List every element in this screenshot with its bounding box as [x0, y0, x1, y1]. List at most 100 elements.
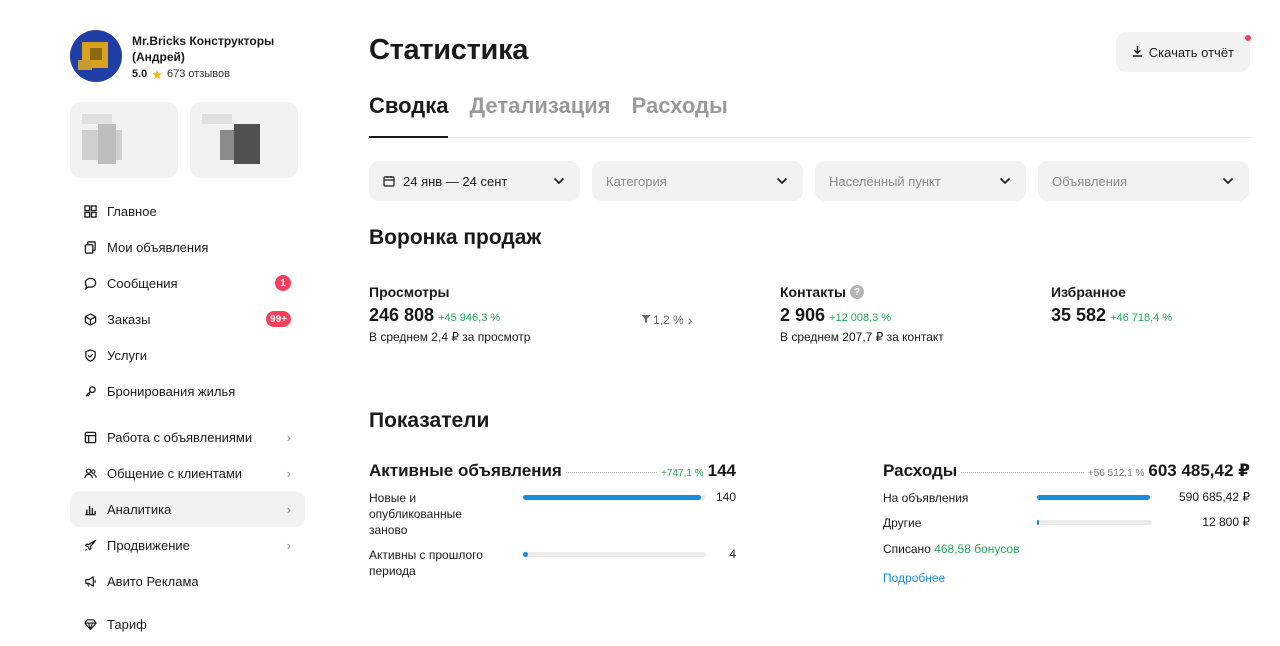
chevron-right-icon: › — [286, 502, 291, 517]
category-select[interactable]: Категория — [592, 161, 803, 201]
funnel-title: Воронка продаж — [369, 226, 542, 249]
sidebar-item-label: Заказы — [107, 311, 151, 327]
row-label: Другие — [883, 516, 922, 530]
funnel-icon — [641, 313, 651, 327]
ads-select[interactable]: Объявления — [1038, 161, 1249, 201]
sidebar-item-label: Услуги — [107, 347, 147, 363]
sidebar-item-tariff[interactable]: Тариф — [70, 606, 305, 642]
favorites-label: Избранное — [1051, 284, 1126, 300]
views-sub: В среднем 2,4 ₽ за просмотр — [369, 330, 531, 344]
rating-value: 5.0 — [132, 68, 148, 80]
orders-badge: 99+ — [266, 311, 291, 327]
sidebar-item-orders[interactable]: Заказы 99+ — [70, 301, 305, 337]
avatar[interactable] — [70, 30, 122, 82]
row-value: 590 685,42 ₽ — [1178, 490, 1250, 504]
sidebar-nav: Главное Мои объявления Сообщения 1 Заказ… — [70, 193, 305, 642]
box-icon — [83, 312, 97, 326]
category-placeholder: Категория — [606, 173, 667, 189]
spent-bonus: 468,58 бонусов — [934, 542, 1020, 556]
sidebar-item-label: Сообщения — [107, 275, 178, 291]
favorites-delta: +46 718,4 % — [1110, 312, 1173, 324]
conversion-rate[interactable]: 1,2 % › — [641, 312, 692, 328]
expenses-row-ads: На объявления 590 685,42 ₽ — [883, 490, 1250, 506]
sidebar-item-analytics[interactable]: Аналитика › — [70, 491, 305, 527]
views-delta: +45 946,3 % — [438, 312, 501, 324]
spent-prefix: Списано — [883, 542, 931, 556]
sidebar-item-label: Продвижение — [107, 537, 190, 553]
progress-track — [1037, 520, 1152, 525]
reviews-count[interactable]: 673 отзывов — [167, 68, 230, 80]
chevron-down-icon — [552, 174, 566, 188]
chat-icon — [83, 276, 97, 290]
active-ads-label: Активные объявления — [369, 461, 562, 480]
progress-track — [523, 495, 706, 500]
row-value: 12 800 ₽ — [1202, 515, 1250, 529]
sidebar-item-ads-work[interactable]: Работа с объявлениями › — [70, 419, 305, 455]
chevron-down-icon — [775, 174, 789, 188]
help-icon[interactable]: ? — [850, 285, 865, 299]
calendar-icon — [383, 175, 395, 187]
profile-info: Mr.Bricks Конструкторы (Андрей) 5.0 ★ 67… — [132, 30, 297, 82]
sidebar-item-bookings[interactable]: Бронирования жилья — [70, 373, 305, 409]
favorites-value: 35 582 — [1051, 305, 1107, 325]
sales-funnel: Просмотры 246 808 +45 946,3 % В среднем … — [369, 272, 1250, 382]
megaphone-icon — [83, 574, 97, 588]
active-ads-row-new: Новые и опубликованные заново 140 — [369, 490, 736, 538]
tab-summary[interactable]: Сводка — [369, 90, 449, 138]
shop-name[interactable]: Mr.Bricks Конструкторы (Андрей) — [132, 33, 297, 65]
sidebar-item-clients[interactable]: Общение с клиентами › — [70, 455, 305, 491]
date-range-value: 24 янв — 24 сент — [403, 173, 508, 189]
ads-placeholder: Объявления — [1052, 173, 1128, 189]
row-label: Новые и опубликованные заново — [369, 491, 462, 537]
sidebar-item-services[interactable]: Услуги — [70, 337, 305, 373]
profile-block[interactable]: Mr.Bricks Конструкторы (Андрей) 5.0 ★ 67… — [70, 30, 305, 82]
progress-fill — [523, 495, 701, 500]
progress-track — [523, 552, 706, 557]
progress-fill — [523, 552, 529, 557]
progress-track — [1037, 495, 1152, 500]
sidebar-item-promotion[interactable]: Продвижение › — [70, 527, 305, 563]
diamond-icon — [83, 617, 97, 631]
sidebar-item-avito-ads[interactable]: Авито Реклама — [70, 563, 305, 599]
date-range-select[interactable]: 24 янв — 24 сент — [369, 161, 580, 201]
conversion-value: 1,2 % — [653, 313, 684, 327]
row-label: На объявления — [883, 491, 969, 505]
contacts-value: 2 906 — [780, 305, 826, 325]
active-ads-value: 144 — [707, 461, 736, 480]
city-select[interactable]: Населённый пункт — [815, 161, 1026, 201]
tab-details[interactable]: Детализация — [469, 90, 610, 137]
tab-expenses[interactable]: Расходы — [632, 90, 728, 137]
sidebar: Mr.Bricks Конструкторы (Андрей) 5.0 ★ 67… — [70, 30, 305, 642]
rocket-icon — [83, 538, 97, 552]
city-placeholder: Населённый пункт — [829, 173, 941, 189]
sidebar-item-label: Общение с клиентами — [107, 465, 243, 481]
download-report-button[interactable]: Скачать отчёт — [1115, 32, 1251, 72]
copy-icon — [83, 240, 97, 254]
users-icon — [83, 466, 97, 480]
blurred-card-left[interactable] — [70, 102, 178, 178]
chevron-down-icon — [1221, 174, 1235, 188]
sidebar-item-my-ads[interactable]: Мои объявления — [70, 229, 305, 265]
chevron-right-icon: › — [286, 538, 291, 553]
download-label: Скачать отчёт — [1148, 44, 1234, 60]
row-label: Активны с прошлого периода — [369, 548, 483, 578]
shield-icon — [83, 348, 97, 362]
active-ads-row-prev: Активны с прошлого периода 4 — [369, 547, 736, 579]
sidebar-item-label: Работа с объявлениями — [107, 429, 253, 445]
sidebar-item-label: Тариф — [107, 616, 147, 632]
views-metric: Просмотры 246 808 +45 946,3 % В среднем … — [369, 284, 530, 344]
blurred-card-right[interactable] — [190, 102, 298, 178]
rating-row: 5.0 ★ 673 отзывов — [132, 66, 297, 82]
indicators-title: Показатели — [369, 409, 490, 432]
sidebar-item-label: Главное — [107, 203, 157, 219]
sidebar-item-label: Авито Реклама — [107, 573, 199, 589]
contacts-metric: Контакты ? 2 906 +12 008,3 % В среднем 2… — [780, 284, 944, 344]
expenses-row-other: Другие 12 800 ₽ — [883, 515, 1250, 531]
expenses-value: 603 485,42 ₽ — [1148, 461, 1250, 480]
sidebar-item-label: Бронирования жилья — [107, 383, 236, 399]
more-details-link[interactable]: Подробнее — [883, 571, 945, 585]
star-icon: ★ — [151, 66, 163, 82]
sidebar-item-messages[interactable]: Сообщения 1 — [70, 265, 305, 301]
sidebar-item-main[interactable]: Главное — [70, 193, 305, 229]
active-ads-delta: +747,1 % — [661, 468, 704, 479]
